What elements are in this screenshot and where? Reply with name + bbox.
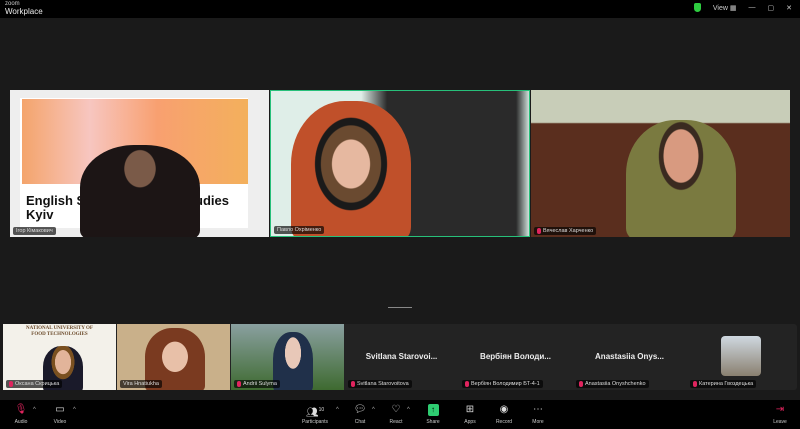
button-label: Record: [495, 419, 513, 425]
more-icon: ⋯: [533, 404, 543, 415]
display-name: Anastasiia Onys...: [595, 352, 664, 361]
name-label: Svitlana Starovoitova: [348, 380, 412, 388]
record-button[interactable]: ◉ Record: [489, 404, 519, 425]
participants-button[interactable]: 👥︎10 Participants: [300, 404, 330, 425]
chat-button[interactable]: 💬︎ Chat: [345, 404, 375, 425]
participant-video: [626, 120, 736, 237]
button-label: Audio: [14, 419, 28, 425]
profile-picture: [721, 336, 761, 376]
react-caret[interactable]: ^: [407, 407, 410, 413]
gallery-tile[interactable]: NATIONAL UNIVERSITY OF FOOD TECHNOLOGIES…: [3, 324, 116, 390]
video-tile-active-speaker[interactable]: Павло Охріменко: [270, 90, 530, 237]
display-name: Svitlana Starovoi...: [365, 352, 438, 361]
brand-name: Workplace: [5, 7, 43, 16]
participant-name: Anastasiia Onyshchenko: [585, 381, 646, 387]
mic-muted-icon: [465, 381, 469, 387]
audio-options-caret[interactable]: ^: [33, 407, 36, 413]
name-label: Andrii Sulyma: [234, 380, 280, 388]
button-label: Participants: [301, 419, 329, 425]
participant-name: Vira Hnatiukha: [123, 381, 159, 387]
name-label: Павло Охріменко: [274, 226, 325, 234]
button-label: 10: [318, 407, 325, 413]
apps-icon: ⊞: [465, 404, 475, 415]
participant-video: [80, 145, 200, 237]
button-label: React: [389, 419, 403, 425]
name-label: Vira Hnatiukha: [120, 380, 162, 388]
mic-muted-icon: [9, 381, 13, 387]
more-button[interactable]: ⋯ More: [523, 404, 553, 425]
participant-video: [291, 101, 411, 236]
name-label: Ігор Кімакович: [13, 227, 56, 235]
participant-name: Вячеслав Харченко: [543, 228, 594, 234]
security-shield-icon[interactable]: [693, 3, 701, 12]
participant-name: Катерина Гвоздецька: [699, 381, 754, 387]
share-arrow-icon: ↑: [427, 404, 439, 416]
resize-handle[interactable]: [388, 307, 412, 308]
mic-muted-icon: [351, 381, 355, 387]
display-name: Вербіян Володи...: [480, 352, 551, 361]
chat-icon: 💬︎: [353, 404, 367, 415]
button-label: Video: [53, 419, 67, 425]
participant-name: Andrii Sulyma: [243, 381, 277, 387]
button-label: More: [532, 419, 544, 425]
gallery-strip: NATIONAL UNIVERSITY OF FOOD TECHNOLOGIES…: [3, 324, 797, 390]
name-label: Вячеслав Харченко: [534, 227, 597, 235]
name-label: Оксана Скрицька: [6, 380, 63, 388]
view-button[interactable]: View ▦: [713, 4, 737, 12]
zoom-logo: zoom Workplace: [5, 1, 43, 16]
name-label: Anastasiia Onyshchenko: [576, 380, 649, 388]
gallery-tile[interactable]: Vira Hnatiukha: [117, 324, 230, 390]
video-tile-presenter[interactable]: English Speaking ... EuroStudies Kyiv Іг…: [10, 90, 269, 237]
mic-muted-icon: [579, 381, 583, 387]
minimize-icon[interactable]: —: [749, 4, 756, 11]
video-tile[interactable]: Вячеслав Харченко: [531, 90, 790, 237]
participants-caret[interactable]: ^: [336, 407, 339, 413]
banner-text: NATIONAL UNIVERSITY OF FOOD TECHNOLOGIES: [26, 326, 93, 337]
participant-name: Павло Охріменко: [277, 227, 322, 233]
participant-name: Ігор Кімакович: [16, 228, 53, 234]
audio-button[interactable]: 🎙︎ Audio: [6, 404, 36, 425]
button-label: Apps: [464, 419, 476, 425]
mic-muted-icon: 🎙︎: [14, 404, 28, 415]
gallery-tile[interactable]: Svitlana Starovoi... Svitlana Starovoito…: [345, 324, 458, 390]
name-label: Катерина Гвоздецька: [690, 380, 757, 388]
gallery-tile[interactable]: Andrii Sulyma: [231, 324, 344, 390]
name-label: Вербіян Володимир БТ-4-1: [462, 380, 543, 388]
gallery-tile[interactable]: Anastasiia Onys... Anastasiia Onyshchenk…: [573, 324, 686, 390]
gallery-tile[interactable]: Катерина Гвоздецька: [687, 324, 800, 390]
button-label: Leave: [773, 419, 787, 425]
chat-caret[interactable]: ^: [372, 407, 375, 413]
record-icon: ◉: [499, 404, 509, 415]
meeting-toolbar: 🎙︎ Audio ^ ▭ Video ^ 👥︎10 Participants ^ 💬︎…: [0, 400, 800, 429]
gallery-tile[interactable]: Вербіян Володи... Вербіян Володимир БТ-4…: [459, 324, 572, 390]
video-button[interactable]: ▭ Video: [45, 404, 75, 425]
participant-name: Вербіян Володимир БТ-4-1: [471, 381, 540, 387]
mic-muted-icon: [237, 381, 241, 387]
button-label: Share: [426, 419, 440, 425]
camera-icon: ▭: [55, 404, 65, 415]
view-label: View: [712, 4, 728, 12]
button-label: Chat: [354, 419, 366, 425]
participant-name: Оксана Скрицька: [15, 381, 60, 387]
video-options-caret[interactable]: ^: [73, 407, 76, 413]
share-button[interactable]: ↑ Share: [418, 404, 448, 425]
leave-button[interactable]: ⇥ Leave: [765, 404, 795, 425]
close-icon[interactable]: ✕: [786, 4, 792, 12]
apps-button[interactable]: ⊞ Apps: [455, 404, 485, 425]
maximize-icon[interactable]: ▢: [768, 4, 775, 12]
mic-muted-icon: [537, 228, 541, 234]
participant-name: Svitlana Starovoitova: [357, 381, 409, 387]
leave-icon: ⇥: [775, 404, 785, 415]
mic-muted-icon: [693, 381, 697, 387]
title-bar: zoom Workplace View ▦ — ▢ ✕: [0, 0, 800, 18]
participants-icon: 👥︎10: [305, 407, 325, 419]
